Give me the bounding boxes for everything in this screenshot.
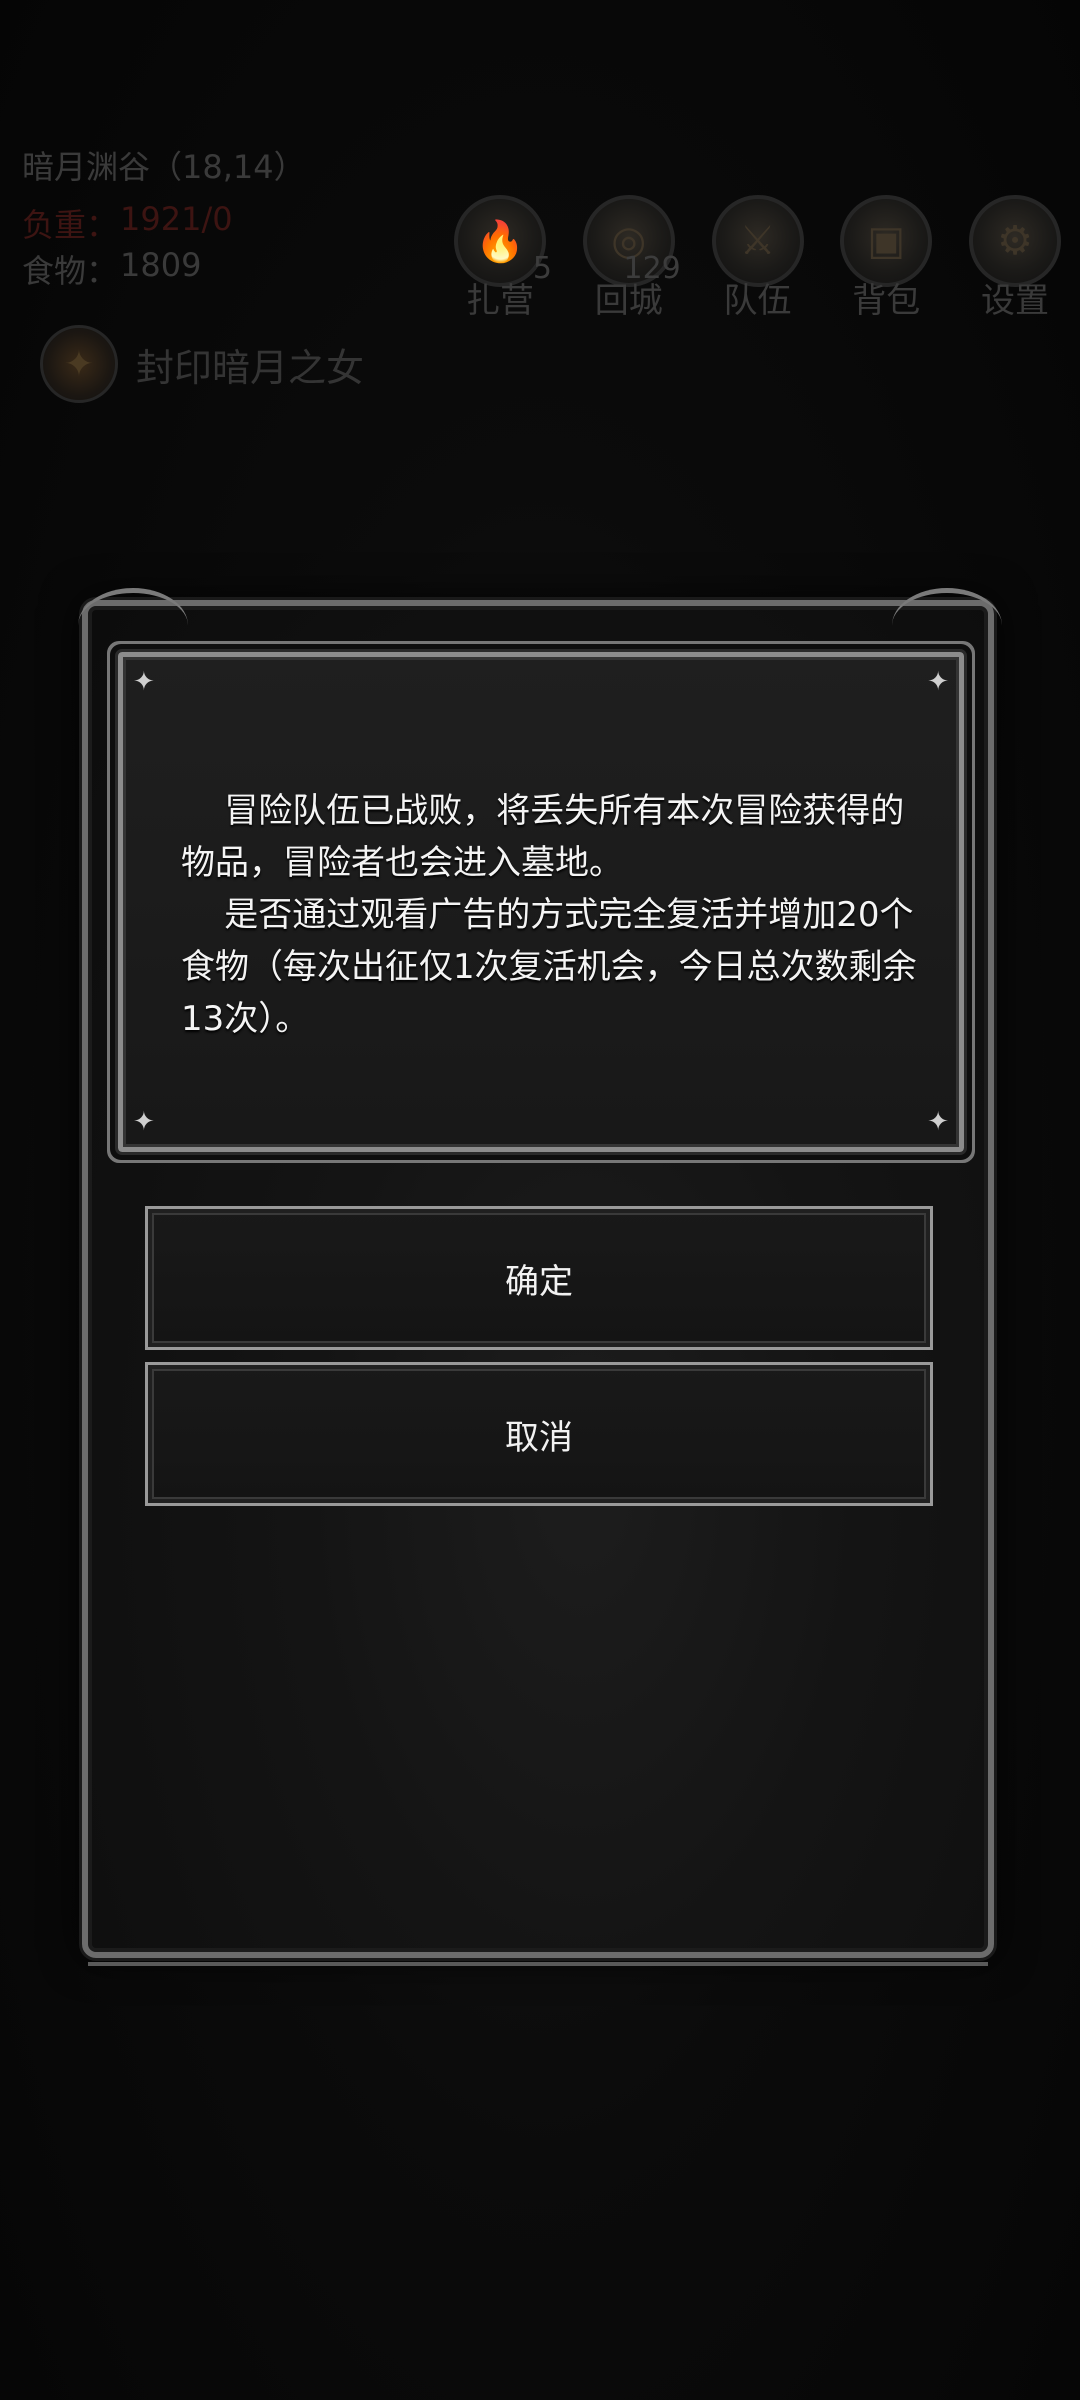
camp-badge: 5 — [532, 251, 552, 286]
quest-tracker[interactable]: ✦ 封印暗月之女 — [40, 325, 364, 403]
load-label: 负重： — [22, 206, 119, 244]
sparkle-icon: ✦ — [927, 1107, 949, 1137]
panel-frame-ornament — [88, 1942, 988, 1966]
cancel-button-label: 取消 — [505, 1417, 573, 1458]
game-screen: 暗月渊谷（18,14） 负重： 1921/0 食物： 1809 🔥 5 扎营 ◎… — [0, 0, 1080, 2400]
load-status: 负重： 1921/0 — [22, 200, 233, 246]
defeat-message: 冒险队伍已战败，将丢失所有本次冒险获得的物品，冒险者也会进入墓地。 是否通过观看… — [181, 791, 917, 1039]
quest-label: 封印暗月之女 — [136, 345, 365, 390]
settings-label: 设置 — [981, 281, 1049, 321]
sparkle-icon: ✦ — [133, 1107, 155, 1137]
backpack-button[interactable]: ▣ 背包 — [836, 195, 936, 322]
confirm-button-label: 确定 — [505, 1261, 573, 1302]
confirm-button[interactable]: 确定 — [145, 1206, 933, 1350]
food-status: 食物： 1809 — [22, 246, 201, 292]
sparkle-icon: ✦ — [133, 667, 155, 697]
team-button[interactable]: ⚔ 队伍 — [708, 195, 808, 322]
load-value: 1921/0 — [120, 200, 233, 238]
team-label: 队伍 — [723, 281, 792, 321]
return-town-badge: 129 — [623, 251, 681, 286]
location-label: 暗月渊谷（18,14） — [22, 148, 306, 186]
message-box: ✦ ✦ ✦ ✦ 冒险队伍已战败，将丢失所有本次冒险获得的物品，冒险者也会进入墓地… — [115, 649, 967, 1155]
food-value: 1809 — [120, 246, 202, 284]
backpack-label: 背包 — [852, 281, 921, 321]
return-town-button[interactable]: ◎ 129 回城 — [579, 195, 681, 322]
sparkle-icon: ✦ — [927, 667, 949, 697]
cancel-button[interactable]: 取消 — [145, 1362, 933, 1506]
quest-icon: ✦ — [40, 325, 118, 403]
settings-button[interactable]: ⚙ 设置 — [965, 195, 1065, 322]
food-label: 食物： — [22, 252, 119, 290]
camp-label: 扎营 — [466, 281, 534, 321]
camp-button[interactable]: 🔥 5 扎营 — [450, 195, 552, 322]
hud-button-bar: 🔥 5 扎营 ◎ 129 回城 ⚔ 队伍 ▣ 背包 ⚙ 设置 — [450, 195, 1065, 322]
